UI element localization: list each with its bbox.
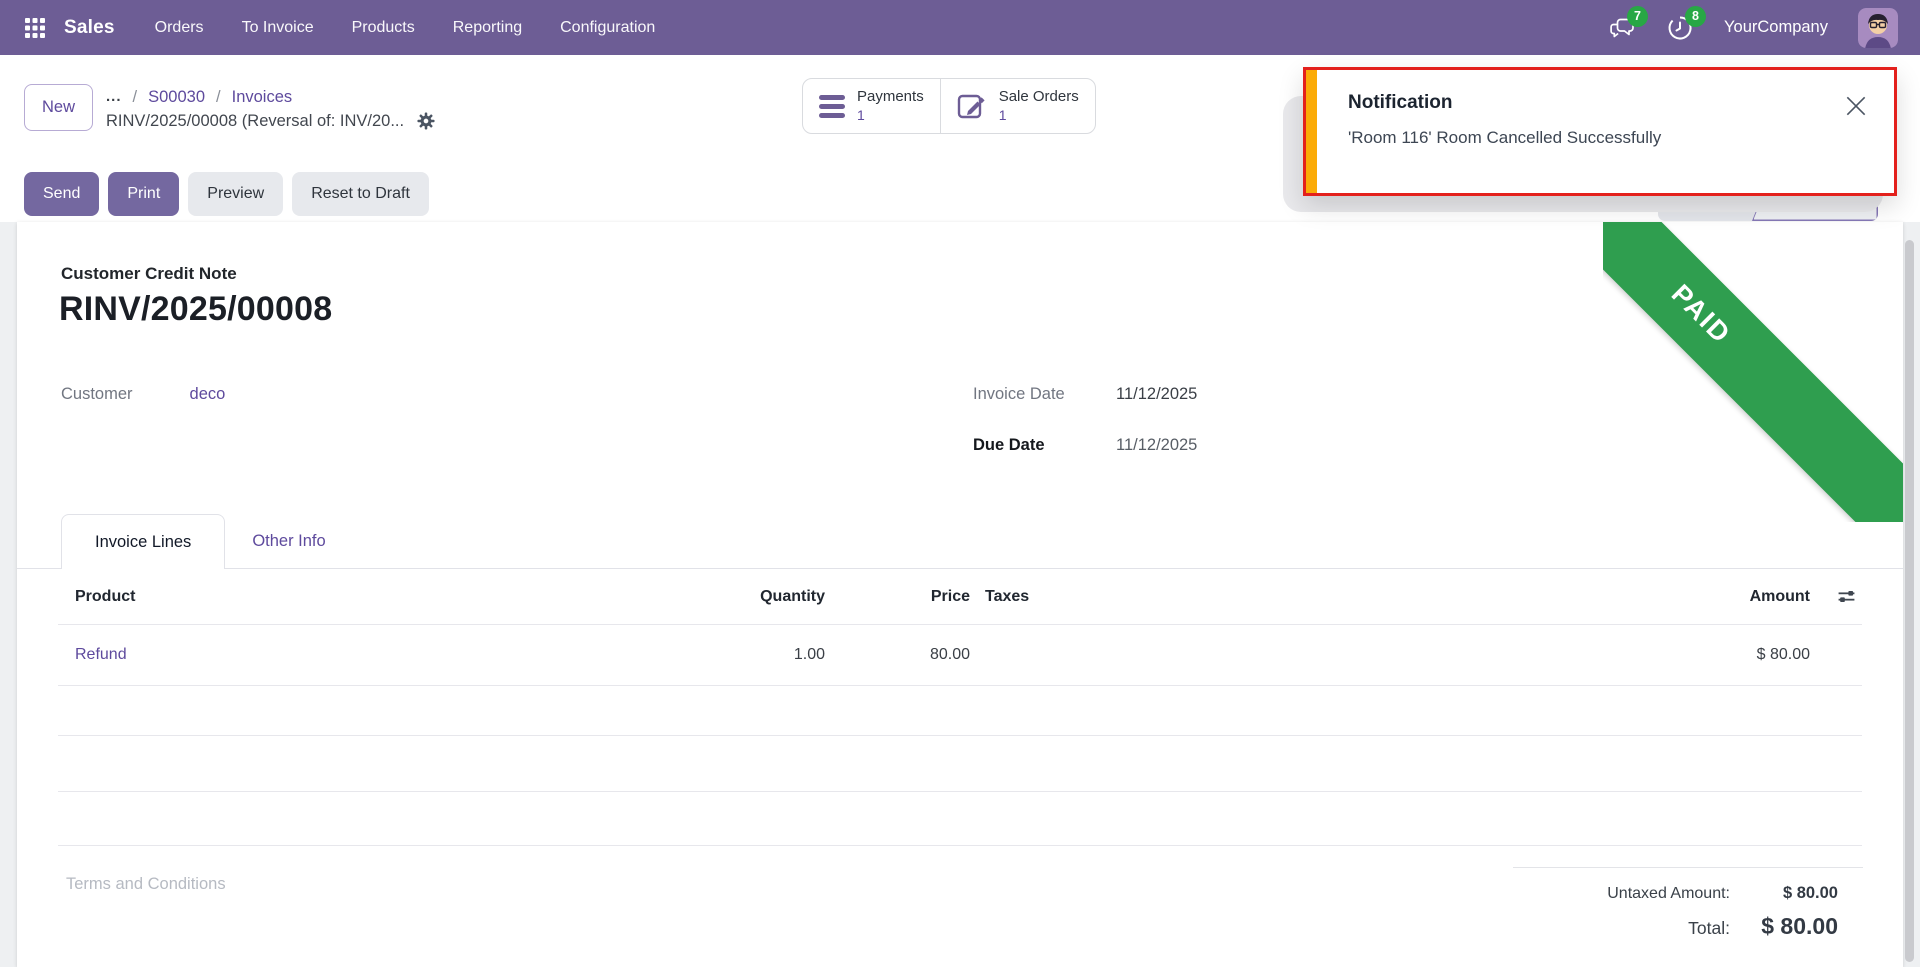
notification-toast: Notification 'Room 116' Room Cancelled S… — [1303, 67, 1897, 196]
optional-columns-button[interactable] — [1810, 587, 1862, 606]
print-button[interactable]: Print — [108, 172, 179, 216]
company-switcher[interactable]: YourCompany — [1724, 18, 1828, 37]
sale-orders-label: Sale Orders — [999, 88, 1079, 107]
column-quantity: Quantity — [705, 588, 825, 606]
top-navbar: Sales Orders To Invoice Products Reporti… — [0, 0, 1920, 55]
due-date-value[interactable]: 11/12/2025 — [1116, 436, 1197, 455]
cell-price[interactable]: 80.00 — [825, 646, 970, 664]
menu-to-invoice[interactable]: To Invoice — [242, 19, 314, 37]
apps-menu-button[interactable] — [14, 7, 56, 49]
notification-title: Notification — [1348, 92, 1453, 114]
column-taxes: Taxes — [970, 588, 1430, 606]
untaxed-amount-label: Untaxed Amount: — [1607, 885, 1730, 903]
invoice-form-sheet: PAID Customer Credit Note RINV/2025/0000… — [17, 222, 1903, 967]
cell-product[interactable]: Refund — [58, 646, 705, 664]
invoice-date-value[interactable]: 11/12/2025 — [1116, 385, 1197, 404]
sale-orders-smart-button[interactable]: Sale Orders 1 — [940, 79, 1095, 133]
send-button[interactable]: Send — [24, 172, 99, 216]
apps-grid-icon — [24, 17, 46, 39]
smart-buttons: Payments 1 Sale Orders 1 — [802, 78, 1096, 134]
ribbon-container: PAID — [1603, 222, 1903, 522]
breadcrumb-area: New ... / S00030 / Invoices RINV/2025/00… — [24, 84, 435, 133]
preview-button[interactable]: Preview — [188, 172, 283, 216]
untaxed-amount-value: $ 80.00 — [1730, 884, 1863, 903]
total-value: $ 80.00 — [1730, 913, 1863, 940]
menu-reporting[interactable]: Reporting — [453, 19, 522, 37]
close-icon — [1843, 93, 1869, 119]
notebook-tabs: Invoice Lines Other Info — [17, 514, 1903, 569]
avatar-image — [1858, 8, 1898, 48]
user-avatar[interactable] — [1858, 8, 1898, 48]
breadcrumb: ... / S00030 / Invoices RINV/2025/00008 … — [106, 84, 435, 133]
column-options-icon — [1837, 587, 1856, 606]
cell-amount: $ 80.00 — [1430, 646, 1810, 664]
column-product: Product — [58, 588, 705, 606]
totals-panel: Untaxed Amount: $ 80.00 Total: $ 80.00 — [1513, 867, 1863, 940]
breadcrumb-link-invoices[interactable]: Invoices — [232, 88, 293, 107]
breadcrumb-separator: / — [216, 88, 221, 107]
notification-close-button[interactable] — [1842, 92, 1870, 120]
column-amount: Amount — [1430, 588, 1810, 606]
paid-ribbon: PAID — [1603, 222, 1903, 522]
list-bars-icon — [819, 95, 845, 118]
messages-button[interactable]: 7 — [1608, 14, 1636, 42]
reset-to-draft-button[interactable]: Reset to Draft — [292, 172, 429, 216]
table-header: Product Quantity Price Taxes Amount — [58, 569, 1862, 625]
new-button[interactable]: New — [24, 84, 93, 131]
terms-and-conditions-placeholder[interactable]: Terms and Conditions — [66, 875, 226, 894]
payments-smart-button[interactable]: Payments 1 — [803, 79, 940, 133]
invoice-lines-table: Product Quantity Price Taxes Amount Refu… — [58, 569, 1862, 846]
menu-products[interactable]: Products — [352, 19, 415, 37]
notification-message: 'Room 116' Room Cancelled Successfully — [1348, 128, 1661, 148]
main-menu: Orders To Invoice Products Reporting Con… — [155, 19, 656, 37]
breadcrumb-separator: / — [133, 88, 138, 107]
document-name: RINV/2025/00008 — [59, 290, 332, 329]
vertical-scrollbar[interactable] — [1905, 240, 1914, 962]
action-buttons: Send Print Preview Reset to Draft — [24, 172, 429, 216]
table-row[interactable]: Refund 1.00 80.00 $ 80.00 — [58, 625, 1862, 686]
breadcrumb-collapse[interactable]: ... — [106, 92, 122, 102]
empty-table-row — [58, 686, 1862, 736]
customer-label: Customer — [61, 385, 133, 404]
messages-count-badge: 7 — [1627, 6, 1648, 27]
breadcrumb-link-s00030[interactable]: S00030 — [148, 88, 205, 107]
column-price: Price — [825, 588, 970, 606]
cell-quantity[interactable]: 1.00 — [705, 646, 825, 664]
app-title[interactable]: Sales — [64, 17, 115, 39]
due-date-label: Due Date — [973, 436, 1116, 455]
gear-icon[interactable] — [417, 112, 435, 130]
empty-table-row — [58, 736, 1862, 792]
edit-pencil-icon — [957, 92, 987, 120]
menu-orders[interactable]: Orders — [155, 19, 204, 37]
payments-count: 1 — [857, 107, 924, 125]
menu-configuration[interactable]: Configuration — [560, 19, 655, 37]
breadcrumb-current-record: RINV/2025/00008 (Reversal of: INV/20... — [106, 112, 404, 131]
document-type-label: Customer Credit Note — [61, 264, 237, 284]
activities-button[interactable]: 8 — [1666, 14, 1694, 42]
empty-table-row — [58, 792, 1862, 846]
notification-warning-stripe — [1306, 70, 1317, 193]
customer-value-link[interactable]: deco — [190, 385, 226, 404]
payments-label: Payments — [857, 88, 924, 107]
sale-orders-count: 1 — [999, 107, 1079, 125]
navbar-right: 7 8 YourCompany — [1608, 8, 1906, 48]
tab-invoice-lines[interactable]: Invoice Lines — [61, 514, 225, 569]
invoice-date-label: Invoice Date — [973, 385, 1116, 404]
total-label: Total: — [1688, 918, 1730, 939]
activities-count-badge: 8 — [1685, 6, 1706, 27]
tab-other-info[interactable]: Other Info — [225, 514, 352, 568]
